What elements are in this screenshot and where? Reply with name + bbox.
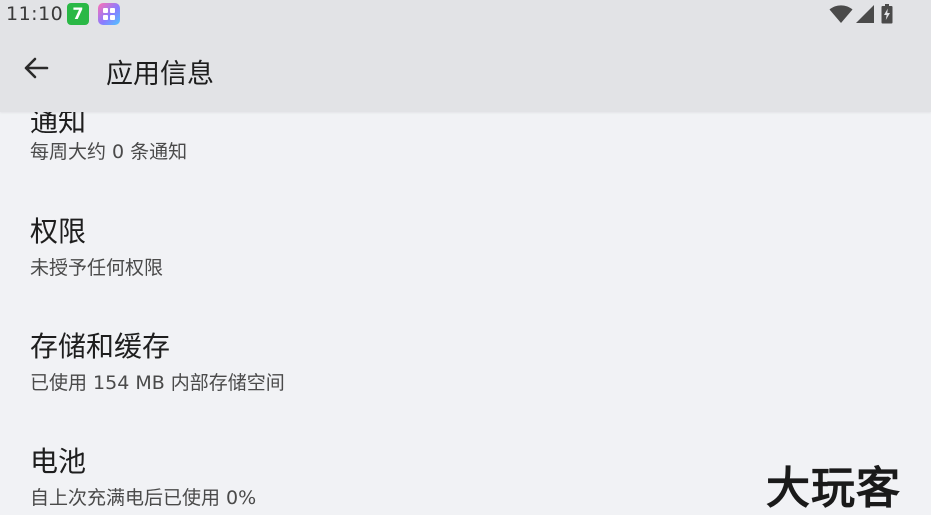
permissions-subtitle: 未授予任何权限 <box>30 257 164 279</box>
app-notification-icon: 7 <box>67 3 89 25</box>
storage-title: 存储和缓存 <box>30 330 171 363</box>
system-status-icons <box>829 4 899 24</box>
app-info-screen: 11:10 7 应用信息 通知 每周大约 0 条通知 权限 未授予任何权限 存储… <box>0 0 931 515</box>
app-notification-icon-2 <box>98 3 120 25</box>
wifi-icon <box>829 5 853 23</box>
arrow-left-icon <box>24 57 49 79</box>
page-title: 应用信息 <box>106 59 214 90</box>
storage-subtitle: 已使用 154 MB 内部存储空间 <box>30 372 285 394</box>
permissions-title: 权限 <box>30 215 87 248</box>
battery-title: 电池 <box>30 445 87 478</box>
app-bar: 应用信息 <box>0 28 931 112</box>
back-button[interactable] <box>14 48 58 88</box>
permissions-item[interactable]: 权限 未授予任何权限 <box>0 198 931 298</box>
status-bar: 11:10 7 <box>0 0 931 28</box>
notifications-subtitle: 每周大约 0 条通知 <box>30 141 188 163</box>
cell-signal-icon <box>856 5 874 23</box>
battery-subtitle: 自上次充满电后已使用 0% <box>30 487 257 509</box>
storage-item[interactable]: 存储和缓存 已使用 154 MB 内部存储空间 <box>0 313 931 413</box>
watermark-logo: 大玩客 <box>766 463 901 514</box>
battery-charging-icon <box>881 4 893 24</box>
status-time: 11:10 <box>6 3 64 25</box>
